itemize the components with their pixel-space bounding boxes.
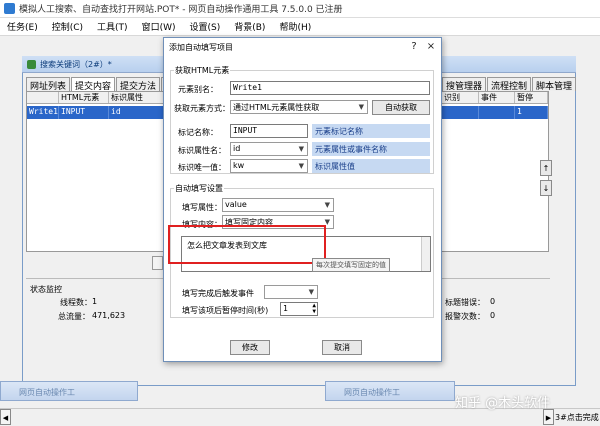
- tag-input[interactable]: INPUT: [230, 124, 308, 138]
- chevron-down-icon: ▼: [308, 288, 314, 296]
- unique-select-value: kw: [233, 161, 245, 170]
- trigger-select[interactable]: ▼: [264, 285, 318, 299]
- menu-tools[interactable]: 工具(T): [90, 20, 135, 33]
- tab-submit-method[interactable]: 提交方法: [116, 77, 161, 92]
- table-row-right[interactable]: 1: [442, 106, 548, 119]
- alarm-count-value: 0: [490, 311, 496, 320]
- left-tabs: 网址列表 提交内容 提交方法 提: [26, 77, 179, 92]
- minimized-window-right[interactable]: 网页自动操作工: [325, 381, 455, 401]
- tab-flow-control[interactable]: 流程控制: [487, 77, 532, 92]
- cell-name: Write1: [27, 106, 59, 119]
- title-error-label: 标题错误：: [445, 298, 485, 307]
- fill-attr-label: 填写属性：: [182, 203, 222, 212]
- pause-label: 填写该项后暂停时间(秒): [182, 306, 269, 315]
- tab-script-manager[interactable]: 脚本管理: [532, 77, 577, 92]
- col-html-element: HTML元素: [59, 92, 109, 103]
- pause-stepper[interactable]: 1 ▲ ▼: [280, 302, 318, 316]
- chevron-down-icon: ▼: [298, 162, 304, 170]
- move-down-button[interactable]: ↓: [540, 180, 552, 196]
- auto-get-button[interactable]: 自动获取: [372, 100, 430, 115]
- subwindow-title: 搜索关键词（2#）*: [40, 60, 112, 69]
- tab-url-list[interactable]: 网址列表: [26, 77, 71, 92]
- dialog-close-button[interactable]: ×: [424, 40, 438, 53]
- minimized-window-left[interactable]: 网页自动操作工: [0, 381, 138, 401]
- menu-background[interactable]: 背景(B): [227, 20, 272, 33]
- alias-label: 元素别名：: [178, 85, 218, 94]
- menu-window[interactable]: 窗口(W): [135, 20, 183, 33]
- add-fill-item-dialog: 添加自动填写项目 ? × 获取HTML元素 元素别名： Write1 获取元素方…: [163, 37, 442, 362]
- tag-hint: 元素标记名称: [312, 124, 430, 138]
- dialog-help-button[interactable]: ?: [407, 40, 421, 53]
- alarm-count-label: 报警次数：: [445, 312, 485, 321]
- chevron-down-icon: ▼: [358, 103, 364, 111]
- highlight-annotation-box: [168, 225, 326, 264]
- menu-task[interactable]: 任务(E): [0, 20, 45, 33]
- window-title: 模拟人工搜索、自动查找打开网站.POT* - 网页自动操作通用工具 7.5.0.…: [19, 5, 343, 15]
- menu-control[interactable]: 控制(C): [45, 20, 90, 33]
- tab-search-manager[interactable]: 搜管理器: [442, 77, 487, 92]
- menu-settings[interactable]: 设置(S): [182, 20, 227, 33]
- trigger-label: 填写完成后触发事件: [182, 289, 254, 298]
- unique-select[interactable]: kw ▼: [230, 159, 308, 173]
- watermark: 知乎 @木头软件: [455, 396, 551, 411]
- pause-value: 1: [283, 304, 288, 313]
- method-select-value: 通过HTML元素属性获取: [233, 103, 320, 112]
- textarea-scrollbar[interactable]: [421, 237, 430, 271]
- scroll-right-button[interactable]: ▶: [543, 409, 554, 425]
- total-traffic-label: 总流量：: [58, 312, 90, 321]
- attr-label: 标识属性名：: [178, 146, 226, 155]
- tab-submit-content[interactable]: 提交内容: [71, 77, 116, 92]
- menu-bar: 任务(E) 控制(C) 工具(T) 窗口(W) 设置(S) 背景(B) 帮助(H…: [0, 18, 600, 36]
- col-attr: 标识属性: [109, 92, 164, 103]
- cancel-button[interactable]: 取消: [322, 340, 362, 355]
- dialog-title: 添加自动填写项目: [164, 38, 441, 56]
- attr-select[interactable]: id ▼: [230, 142, 308, 156]
- total-traffic-value: 471,623: [92, 311, 126, 320]
- move-up-button[interactable]: ↑: [540, 160, 552, 176]
- attr-hint: 元素属性或事件名称: [312, 142, 430, 156]
- method-label: 获取元素方式：: [174, 104, 230, 113]
- modify-button[interactable]: 修改: [230, 340, 270, 355]
- unique-hint: 标识属性值: [312, 159, 430, 173]
- hidden-button-edge[interactable]: [152, 256, 163, 270]
- thread-count-value: 1: [92, 297, 98, 306]
- group-get-html-element-title: 获取HTML元素: [174, 65, 231, 76]
- cell-event: [479, 106, 515, 119]
- scroll-left-button[interactable]: ◀: [0, 409, 11, 425]
- chevron-down-icon: ▼: [298, 145, 304, 153]
- fill-content-tooltip: 每次提交填写固定的值: [312, 258, 390, 272]
- fill-attr-select[interactable]: value ▼: [222, 198, 334, 212]
- col-event: 事件: [479, 92, 515, 103]
- col-pause: 暂停: [515, 92, 548, 103]
- fill-attr-select-value: value: [225, 200, 247, 209]
- col-blank: [27, 92, 59, 103]
- cell-element: INPUT: [59, 106, 109, 119]
- window-titlebar: 模拟人工搜索、自动查找打开网站.POT* - 网页自动操作通用工具 7.5.0.…: [0, 0, 600, 18]
- cell-identify: [442, 106, 479, 119]
- table-header-right: 识别 事件 暂停: [442, 92, 548, 104]
- cell-attr: id: [109, 106, 164, 119]
- alias-input[interactable]: Write1: [230, 81, 430, 95]
- table-header-left: HTML元素 标识属性: [27, 92, 164, 104]
- right-tabs: 搜管理器 流程控制 脚本管理: [442, 77, 577, 92]
- app-icon: [4, 3, 15, 14]
- status-text: 3#点击完成: [555, 413, 599, 422]
- thread-count-label: 线程数：: [60, 298, 92, 307]
- table-row[interactable]: Write1 INPUT id: [27, 106, 164, 119]
- cell-pause: 1: [515, 106, 548, 119]
- method-select[interactable]: 通过HTML元素属性获取 ▼: [230, 100, 368, 114]
- tag-label: 标记名称：: [178, 128, 218, 137]
- menu-help[interactable]: 帮助(H): [272, 20, 318, 33]
- unique-label: 标识唯一值：: [178, 163, 226, 172]
- status-monitor-title: 状态监控: [30, 285, 62, 294]
- attr-select-value: id: [233, 144, 241, 153]
- subwindow-icon: [27, 60, 36, 69]
- col-identify: 识别: [442, 92, 479, 103]
- chevron-down-icon: ▼: [324, 201, 330, 209]
- title-error-value: 0: [490, 297, 496, 306]
- stepper-arrows-icon[interactable]: ▲ ▼: [312, 303, 316, 315]
- group-auto-fill-settings-title: 自动填写设置: [174, 183, 224, 194]
